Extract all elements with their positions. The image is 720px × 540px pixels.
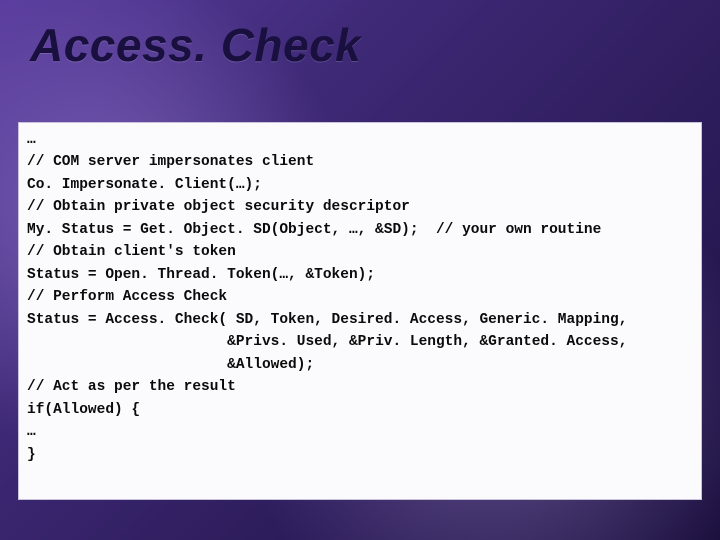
code-block: … // COM server impersonates client Co. … bbox=[27, 129, 693, 466]
slide: Access. Check … // COM server impersonat… bbox=[0, 0, 720, 540]
slide-title: Access. Check bbox=[30, 18, 361, 72]
code-block-container: … // COM server impersonates client Co. … bbox=[18, 122, 702, 500]
